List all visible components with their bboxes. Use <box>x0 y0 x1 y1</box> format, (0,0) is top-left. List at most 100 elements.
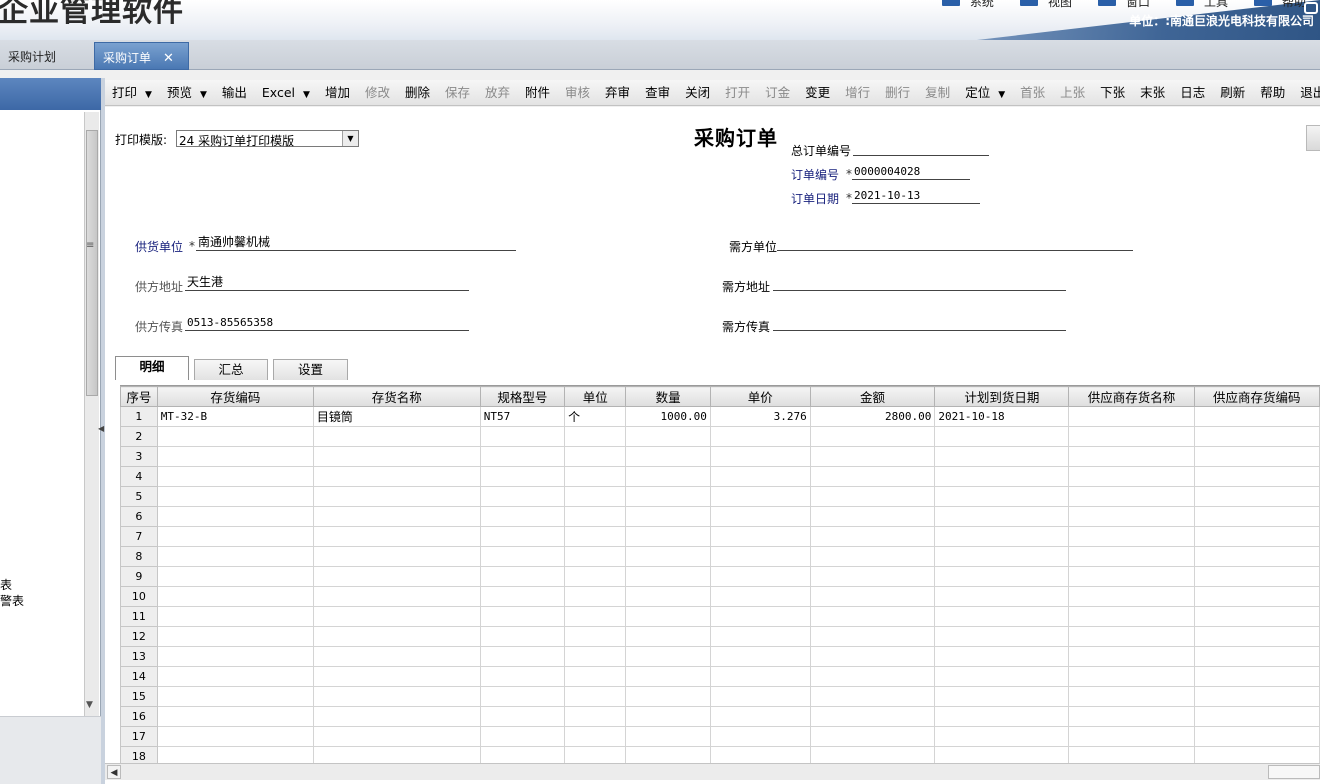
column-header[interactable]: 存货名称 <box>312 386 481 407</box>
table-cell[interactable]: 个 <box>564 406 627 427</box>
column-header[interactable]: 规格型号 <box>479 386 566 407</box>
supplier-fax-field[interactable]: 0513-85565358 <box>185 316 469 331</box>
toolbar-button[interactable]: 打开 <box>721 82 754 104</box>
table-cell[interactable] <box>934 726 1070 747</box>
table-cell[interactable] <box>564 626 627 647</box>
table-cell[interactable] <box>1068 546 1195 567</box>
table-cell[interactable] <box>156 686 314 707</box>
table-cell[interactable] <box>934 546 1070 567</box>
table-cell[interactable] <box>1193 586 1320 607</box>
table-cell[interactable] <box>1068 726 1195 747</box>
table-cell[interactable] <box>479 486 566 507</box>
nav-item-fragment[interactable]: 表 <box>0 576 12 593</box>
table-cell[interactable] <box>1068 606 1195 627</box>
table-row[interactable]: 17 <box>120 726 1320 747</box>
table-cell[interactable] <box>1193 506 1320 527</box>
table-cell[interactable]: MT-32-B <box>156 406 314 427</box>
table-cell[interactable] <box>312 546 481 567</box>
order-date-field[interactable]: 2021-10-13 <box>852 189 980 204</box>
table-cell[interactable] <box>1193 646 1320 667</box>
table-cell[interactable] <box>625 546 711 567</box>
table-cell[interactable] <box>1193 426 1320 447</box>
column-header[interactable]: 单位 <box>564 386 627 407</box>
table-cell[interactable] <box>625 506 711 527</box>
toolbar-button[interactable]: 修改 <box>361 82 394 104</box>
table-cell[interactable] <box>1068 426 1195 447</box>
toolbar-button[interactable]: 首张 <box>1016 82 1049 104</box>
toolbar-button[interactable]: 放弃 <box>481 82 514 104</box>
nav-item-fragment[interactable]: 警表 <box>0 592 24 609</box>
table-cell[interactable] <box>312 726 481 747</box>
table-cell[interactable] <box>479 466 566 487</box>
table-cell[interactable] <box>156 626 314 647</box>
table-cell[interactable] <box>479 546 566 567</box>
table-cell[interactable] <box>312 506 481 527</box>
table-cell[interactable] <box>934 666 1070 687</box>
table-cell[interactable] <box>934 526 1070 547</box>
table-cell[interactable] <box>709 466 811 487</box>
column-header[interactable]: 单价 <box>709 386 811 407</box>
table-cell[interactable] <box>1068 746 1195 763</box>
table-row[interactable]: 4 <box>120 466 1320 487</box>
table-cell[interactable] <box>625 606 711 627</box>
table-cell[interactable] <box>809 446 936 467</box>
toolbar-button[interactable]: 关闭 <box>681 82 714 104</box>
table-cell[interactable] <box>156 526 314 547</box>
table-cell[interactable] <box>1193 486 1320 507</box>
table-cell[interactable] <box>564 726 627 747</box>
table-cell[interactable] <box>625 646 711 667</box>
table-cell[interactable] <box>479 606 566 627</box>
table-cell[interactable] <box>709 686 811 707</box>
table-cell[interactable] <box>1193 546 1320 567</box>
table-cell[interactable] <box>312 526 481 547</box>
table-cell[interactable] <box>625 706 711 727</box>
table-cell[interactable] <box>1193 406 1320 427</box>
table-cell[interactable] <box>934 566 1070 587</box>
table-cell[interactable] <box>1068 466 1195 487</box>
table-cell[interactable] <box>564 606 627 627</box>
table-cell[interactable] <box>709 446 811 467</box>
scroll-down-icon[interactable]: ▼ <box>86 700 93 710</box>
table-cell[interactable] <box>479 446 566 467</box>
table-cell[interactable] <box>809 566 936 587</box>
table-cell[interactable] <box>1193 566 1320 587</box>
table-cell[interactable] <box>156 466 314 487</box>
table-cell[interactable] <box>312 686 481 707</box>
tab-purchase-plan[interactable]: 采购计划 <box>0 42 64 70</box>
table-cell[interactable] <box>1193 746 1320 763</box>
table-cell[interactable]: NT57 <box>479 406 566 427</box>
table-cell[interactable] <box>564 666 627 687</box>
left-scrollbar[interactable] <box>84 112 99 716</box>
table-cell[interactable] <box>156 446 314 467</box>
table-cell[interactable] <box>1068 566 1195 587</box>
table-row[interactable]: 14 <box>120 666 1320 687</box>
table-cell[interactable] <box>1193 626 1320 647</box>
column-header[interactable]: 存货编码 <box>156 386 314 407</box>
table-cell[interactable] <box>625 726 711 747</box>
table-cell[interactable] <box>1193 466 1320 487</box>
table-row[interactable]: 3 <box>120 446 1320 467</box>
table-cell[interactable] <box>809 686 936 707</box>
table-cell[interactable] <box>479 726 566 747</box>
table-cell[interactable] <box>709 486 811 507</box>
table-cell[interactable] <box>156 746 314 763</box>
table-cell[interactable] <box>156 486 314 507</box>
tab-settings[interactable]: 设置 <box>273 359 348 380</box>
table-cell[interactable] <box>479 646 566 667</box>
table-cell[interactable] <box>934 746 1070 763</box>
table-cell[interactable] <box>625 486 711 507</box>
table-cell[interactable] <box>312 706 481 727</box>
table-cell[interactable] <box>809 726 936 747</box>
toolbar-button[interactable]: 增加 <box>321 82 354 104</box>
table-cell[interactable] <box>1068 646 1195 667</box>
dropdown-arrow-icon[interactable]: ▼ <box>145 90 152 100</box>
table-cell[interactable]: 目镜筒 <box>312 406 481 427</box>
table-cell[interactable] <box>479 586 566 607</box>
column-header[interactable]: 金额 <box>809 386 936 407</box>
table-cell[interactable] <box>809 586 936 607</box>
table-cell[interactable] <box>312 746 481 763</box>
side-button[interactable] <box>1306 125 1320 151</box>
table-cell[interactable] <box>1193 686 1320 707</box>
table-row[interactable]: 8 <box>120 546 1320 567</box>
table-cell[interactable] <box>479 506 566 527</box>
